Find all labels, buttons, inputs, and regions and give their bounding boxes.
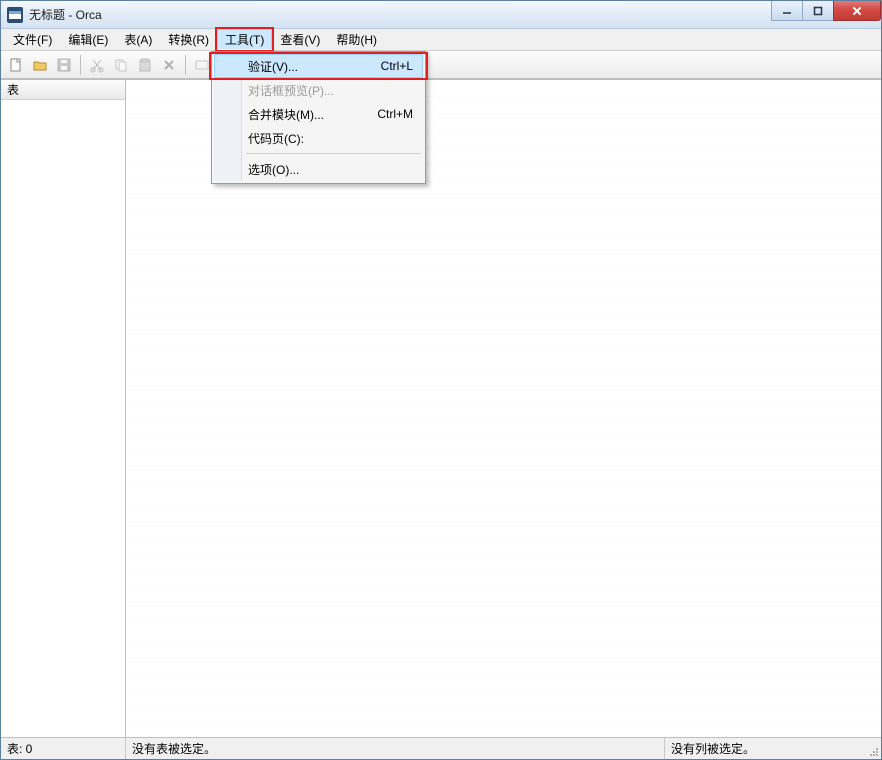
tables-header[interactable]: 表 [1,80,125,100]
menu-item-label: 选项(O)... [248,161,299,178]
toolbar-separator [80,55,81,75]
menu-table[interactable]: 表(A) [116,29,160,50]
status-table-count: 表: 0 [1,738,126,759]
menu-file[interactable]: 文件(F) [5,29,60,50]
menu-item-shortcut: Ctrl+M [377,107,413,121]
menu-item-shortcut: Ctrl+L [381,59,413,73]
copy-icon [113,57,129,73]
delete-icon [161,57,177,73]
tables-header-label: 表 [7,81,19,98]
save-button[interactable] [53,54,75,76]
resize-grip[interactable] [865,738,881,759]
menu-edit[interactable]: 编辑(E) [60,29,116,50]
app-icon [7,7,23,23]
menu-merge-modules[interactable]: 合并模块(M)... Ctrl+M [214,102,423,126]
menu-label: 转换(R) [168,31,209,48]
menu-view[interactable]: 查看(V) [272,29,328,50]
menu-item-label: 代码页(C): [248,130,304,147]
new-file-button[interactable] [5,54,27,76]
toolbar [1,51,881,79]
tables-list[interactable] [1,100,125,737]
window-title: 无标题 - Orca [29,6,102,23]
paste-icon [137,57,153,73]
paste-button[interactable] [134,54,156,76]
status-column-selection: 没有列被选定。 [665,738,865,759]
menu-label: 工具(T) [225,31,264,48]
minimize-button[interactable] [771,1,803,21]
menu-label: 编辑(E) [68,31,108,48]
open-button[interactable] [29,54,51,76]
menu-label: 表(A) [124,31,152,48]
menu-label: 帮助(H) [336,31,377,48]
menu-transform[interactable]: 转换(R) [160,29,217,50]
tools-dropdown: 验证(V)... Ctrl+L 对话框预览(P)... 合并模块(M)... C… [211,51,426,184]
new-file-icon [8,57,24,73]
close-button[interactable] [833,1,881,21]
tool-icon [194,57,210,73]
copy-button[interactable] [110,54,132,76]
menu-item-label: 对话框预览(P)... [248,82,334,99]
client-area: 表 [1,79,881,737]
menu-codepage[interactable]: 代码页(C): [214,126,423,150]
menu-tools[interactable]: 工具(T) [217,29,272,50]
menu-item-label: 合并模块(M)... [248,106,324,123]
maximize-button[interactable] [802,1,834,21]
menu-bar: 文件(F) 编辑(E) 表(A) 转换(R) 工具(T) 查看(V) 帮助(H) [1,29,881,51]
menu-separator [246,153,421,154]
window-controls [772,1,881,21]
menu-label: 查看(V) [280,31,320,48]
delete-button[interactable] [158,54,180,76]
menu-validate[interactable]: 验证(V)... Ctrl+L [214,54,423,78]
title-bar: 无标题 - Orca [1,1,881,29]
tables-pane: 表 [1,80,126,737]
menu-dialog-preview[interactable]: 对话框预览(P)... [214,78,423,102]
menu-label: 文件(F) [13,31,52,48]
save-icon [56,57,72,73]
toolbar-extra1[interactable] [191,54,213,76]
cut-button[interactable] [86,54,108,76]
menu-options[interactable]: 选项(O)... [214,157,423,181]
status-bar: 表: 0 没有表被选定。 没有列被选定。 [1,737,881,759]
toolbar-separator [185,55,186,75]
cut-icon [89,57,105,73]
menu-help[interactable]: 帮助(H) [328,29,385,50]
app-window: 无标题 - Orca 文件(F) 编辑(E) 表(A) 转换(R) 工具(T) … [0,0,882,760]
status-table-selection: 没有表被选定。 [126,738,665,759]
open-folder-icon [32,57,48,73]
menu-item-label: 验证(V)... [248,58,298,75]
